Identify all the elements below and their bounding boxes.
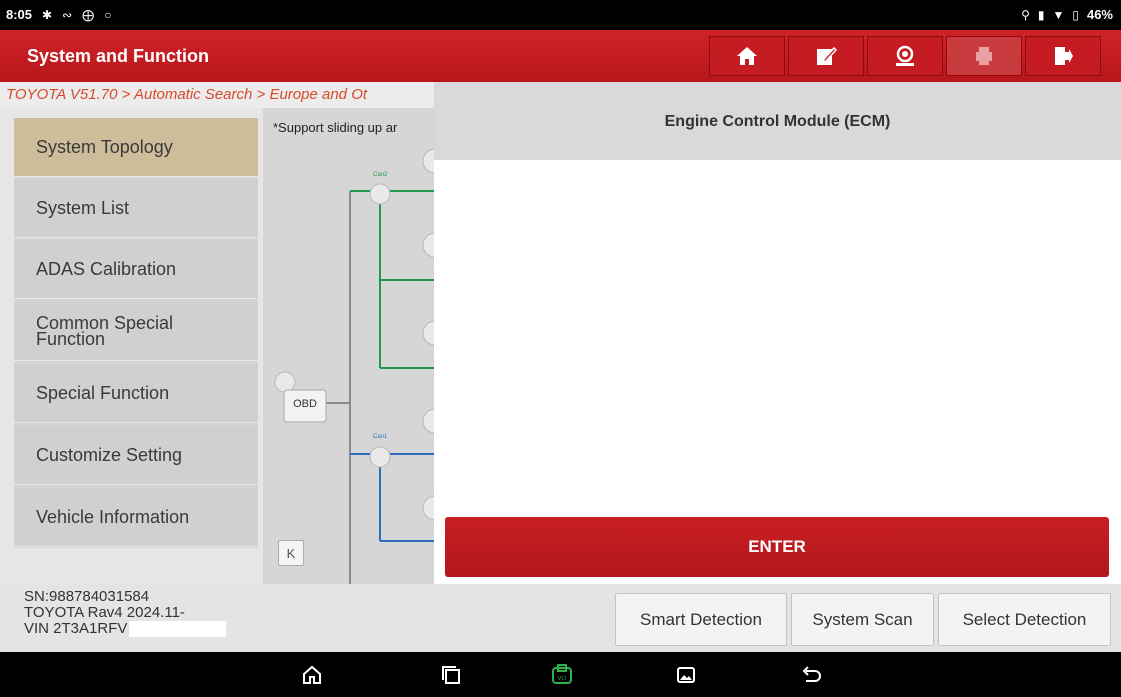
print-icon: [976, 47, 992, 65]
back-icon[interactable]: [798, 662, 824, 688]
sidebar-item-common-special-function[interactable]: Common Special Function: [14, 302, 258, 361]
bus-label-can1: Can1: [373, 434, 388, 440]
page-title: System and Function: [27, 46, 210, 66]
sidebar-item-label: ADAS Calibration: [36, 258, 177, 279]
topology-diagram[interactable]: *Support sliding up ar OBD Can2 Can1: [263, 108, 435, 584]
sidebar-item-label: Common Special Function: [36, 313, 174, 349]
smart-detection-button[interactable]: Smart Detection: [615, 593, 787, 646]
home-nav-icon[interactable]: [299, 662, 325, 688]
obd-label: OBD: [293, 398, 317, 410]
module-name: Engine Control Module (ECM): [664, 113, 891, 130]
select-detection-button[interactable]: Select Detection: [938, 593, 1111, 646]
module-header: Engine Control Module (ECM): [434, 82, 1121, 161]
breadcrumb: TOYOTA V51.70 > Automatic Search > Europ…: [0, 82, 434, 108]
navigation-bar: VCI: [0, 652, 1121, 697]
sidebar-item-customize-setting[interactable]: Customize Setting: [14, 426, 258, 485]
location-icon: ⚲: [1021, 7, 1030, 22]
print-button[interactable]: [946, 36, 1022, 76]
sidebar-item-adas-calibration[interactable]: ADAS Calibration: [14, 240, 258, 299]
sidebar-item-label: System Topology: [36, 136, 173, 157]
gallery-icon[interactable]: [673, 662, 699, 688]
collapse-icon: K: [286, 545, 296, 561]
topology-lines: [274, 148, 435, 584]
sidebar: System Topology System List ADAS Calibra…: [14, 118, 258, 548]
sidebar-item-label: System List: [36, 197, 130, 218]
sidebar-item-system-topology[interactable]: System Topology: [14, 118, 258, 177]
collapse-sidebar-button[interactable]: K: [278, 540, 304, 566]
voicemail-icon: ∾: [62, 7, 73, 22]
vin-redaction: [129, 621, 227, 637]
vin: VIN 2T3A1RFV: [24, 620, 128, 637]
support-button[interactable]: [867, 36, 943, 76]
home-button[interactable]: [709, 36, 785, 76]
svg-text:VCI: VCI: [558, 676, 566, 682]
edit-icon: [817, 46, 837, 65]
edit-button[interactable]: [788, 36, 864, 76]
status-time: 8:05: [6, 7, 33, 22]
sidebar-item-label: Customize Setting: [36, 444, 183, 465]
wifi-icon: ▼: [1052, 7, 1065, 22]
exit-button[interactable]: [1025, 36, 1101, 76]
recent-apps-icon[interactable]: [438, 662, 464, 688]
sidebar-item-vehicle-information[interactable]: Vehicle Information: [14, 488, 258, 547]
serial-number: SN:988784031584: [24, 588, 150, 605]
battery-level: 46%: [1086, 7, 1113, 22]
vibrate-icon: ▮: [1037, 7, 1045, 22]
support-icon: [896, 45, 914, 66]
enter-button[interactable]: ENTER: [445, 517, 1109, 577]
bus-label-can2: Can2: [373, 172, 388, 178]
sidebar-item-system-list[interactable]: System List: [14, 179, 258, 238]
exit-icon: [1055, 47, 1073, 65]
sidebar-item-label: Special Function: [36, 382, 170, 403]
sidebar-item-special-function[interactable]: Special Function: [14, 364, 258, 423]
chat-icon: ○: [104, 7, 112, 22]
bluetooth-icon: ⨁: [82, 7, 95, 22]
home-icon: [737, 47, 757, 65]
gear-icon: ✱: [42, 7, 53, 22]
app-header: System and Function: [0, 30, 1121, 82]
vehicle-model: TOYOTA Rav4 2024.11-: [24, 604, 185, 621]
vci-icon[interactable]: VCI: [549, 662, 575, 688]
status-bar: 8:05 ✱ ∾ ⨁ ○ ⚲ ▮ ▼ ▯ 46%: [0, 0, 1121, 30]
sidebar-item-label: Vehicle Information: [36, 506, 190, 527]
vehicle-info: SN:988784031584 TOYOTA Rav4 2024.11- VIN…: [24, 588, 227, 637]
battery-icon: ▯: [1072, 7, 1079, 22]
system-scan-button[interactable]: System Scan: [791, 593, 934, 646]
bottom-bar: SN:988784031584 TOYOTA Rav4 2024.11- VIN…: [0, 584, 1121, 652]
